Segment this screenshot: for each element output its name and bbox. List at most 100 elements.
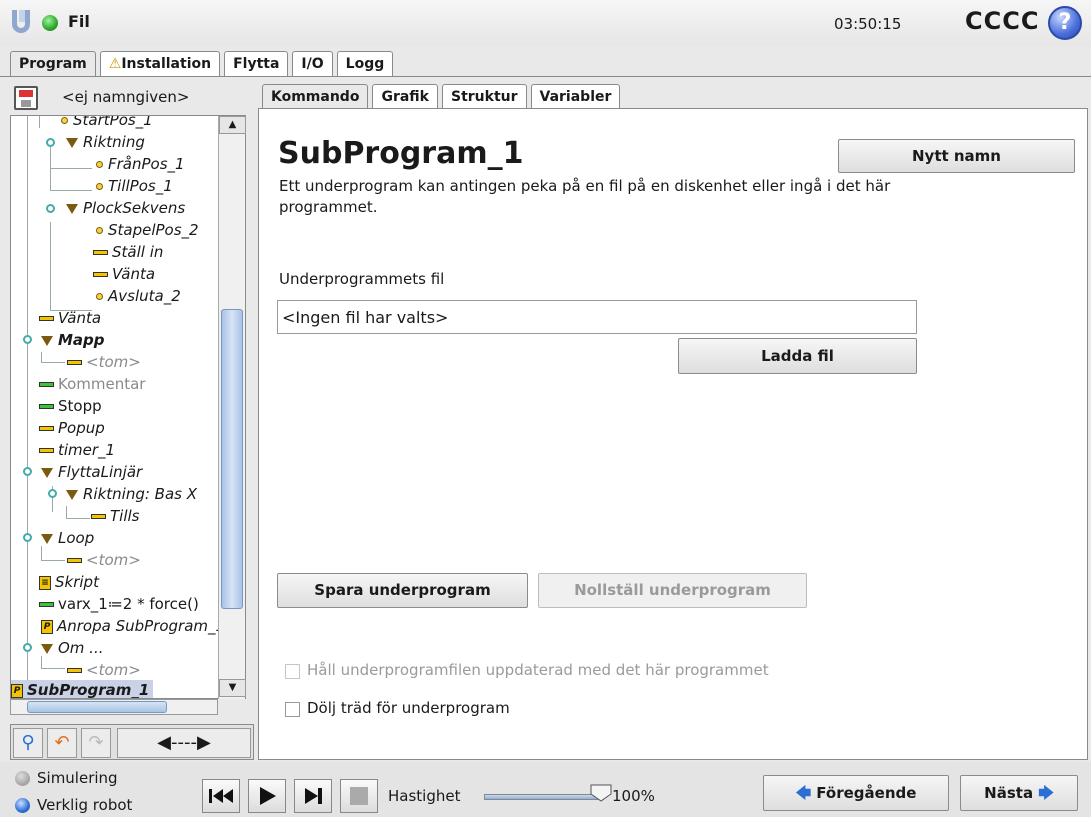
keep-updated-label: Håll underprogramfilen uppdaterad med de… [307, 661, 769, 679]
tree-item[interactable]: FlyttaLinjär [41, 462, 142, 484]
description: Ett underprogram kan antingen peka på en… [279, 177, 891, 216]
tab-flytta[interactable]: Flytta [224, 51, 289, 76]
command-icon [93, 250, 108, 255]
top-bar [0, 0, 1091, 46]
tree-item[interactable]: Stopp [39, 396, 102, 418]
command-icon [91, 514, 106, 519]
keep-updated-checkbox[interactable] [285, 664, 300, 679]
tab-variabler[interactable]: Variabler [530, 84, 621, 109]
tree-item[interactable]: Riktning: Bas X [66, 484, 197, 506]
stop-button[interactable] [340, 779, 378, 813]
simulation-radio[interactable] [15, 771, 30, 786]
command-icon [67, 558, 82, 563]
hide-tree-checkbox[interactable] [285, 702, 300, 717]
load-file-button[interactable]: Ladda fil [678, 338, 917, 374]
script-icon: ≡ [39, 575, 51, 590]
tree-item[interactable]: Tills [91, 506, 139, 528]
tree-item[interactable]: Riktning [66, 132, 145, 154]
help-icon[interactable]: ? [1048, 6, 1082, 40]
redo-icon[interactable]: ↷ [81, 728, 111, 758]
scroll-thumb[interactable] [27, 701, 167, 713]
tree-horizontal-scrollbar[interactable] [10, 699, 218, 715]
command-icon [39, 448, 54, 453]
search-icon[interactable]: ⚲ [13, 728, 43, 758]
file-path-field[interactable] [277, 300, 917, 334]
scroll-up-icon[interactable]: ▲ [219, 116, 246, 134]
next-button[interactable]: Nästa 🡆 [960, 775, 1078, 811]
step-button[interactable] [294, 779, 332, 813]
tree-item[interactable]: TillPos_1 [96, 176, 173, 198]
folder-icon [66, 203, 78, 214]
tree-item-selected[interactable]: P SubProgram_1 [11, 680, 154, 698]
folder-icon [41, 467, 53, 478]
command-icon [93, 272, 108, 277]
tree-item[interactable]: Vänta [39, 308, 101, 330]
command-icon [39, 404, 54, 409]
tree-item[interactable]: ≡ Skript [39, 572, 99, 594]
real-robot-radio[interactable] [15, 798, 30, 813]
tree-item[interactable]: PlockSekvens [66, 198, 185, 220]
arrow-right-icon: 🡆 [1038, 784, 1054, 802]
tree-item[interactable]: StapelPos_2 [96, 220, 199, 242]
tab-kommando[interactable]: Kommando [262, 84, 369, 109]
tab-divider [0, 76, 1091, 77]
tree-item[interactable]: timer_1 [39, 440, 115, 462]
tree-item[interactable]: Popup [39, 418, 105, 440]
scroll-down-icon[interactable]: ▼ [219, 679, 246, 697]
move-node-icon[interactable]: ◀----▶ [117, 728, 251, 758]
tree-item[interactable]: Loop [41, 528, 94, 550]
tree-item[interactable]: P Anropa SubProgram_1 [41, 616, 225, 638]
scroll-thumb[interactable] [221, 309, 243, 609]
tree-item[interactable]: varx_1≔2 * force() [39, 594, 199, 616]
save-subprogram-button[interactable]: Spara underprogram [277, 573, 528, 608]
tab-installation[interactable]: ⚠Installation [99, 51, 221, 76]
tree-vertical-scrollbar[interactable]: ▲ ▼ [218, 116, 246, 699]
rewind-icon [209, 789, 233, 803]
rewind-button[interactable] [202, 779, 240, 813]
folder-icon [41, 335, 53, 346]
command-icon [39, 382, 54, 387]
file-menu[interactable]: Fil [68, 12, 90, 31]
simulation-label: Simulering [37, 769, 118, 787]
status-led-icon [42, 15, 58, 31]
tree-item[interactable]: StartPos_1 [61, 116, 153, 132]
save-program-icon[interactable] [14, 86, 38, 110]
tab-program[interactable]: Program [10, 51, 96, 76]
previous-button[interactable]: 🡄 Föregående [763, 775, 949, 811]
undo-icon[interactable]: ↶ [47, 728, 77, 758]
reset-subprogram-button[interactable]: Nollställ underprogram [538, 573, 807, 608]
waypoint-icon [96, 183, 103, 190]
next-label: Nästa [984, 784, 1034, 802]
command-icon [67, 360, 82, 365]
program-tree[interactable]: StartPos_1 Riktning FrånPos_1 TillPos_1 … [10, 115, 246, 699]
folder-icon [66, 489, 78, 500]
tree-item[interactable]: Mapp [41, 330, 105, 352]
tab-io[interactable]: I/O [292, 51, 333, 76]
speed-slider[interactable] [484, 794, 604, 800]
tree-item[interactable]: Kommentar [39, 374, 145, 396]
subprogram-icon: P [11, 683, 23, 698]
command-icon [39, 426, 54, 431]
tree-item[interactable]: <tom> [67, 550, 141, 572]
folder-icon [41, 533, 53, 544]
robot-name: CCCC [965, 7, 1040, 35]
subprogram-icon: P [41, 619, 53, 634]
tree-item[interactable]: <tom> [67, 352, 141, 374]
tab-grafik[interactable]: Grafik [372, 84, 438, 109]
folder-icon [66, 137, 78, 148]
arrow-left-icon: 🡄 [795, 784, 812, 802]
step-icon [305, 788, 322, 804]
tree-item[interactable]: Om ... [41, 638, 104, 660]
command-icon [39, 316, 54, 321]
tree-item[interactable]: Vänta [93, 264, 155, 286]
tree-item[interactable]: FrånPos_1 [96, 154, 185, 176]
tab-logg[interactable]: Logg [336, 51, 394, 76]
tree-item[interactable]: <tom> [67, 660, 141, 682]
tab-struktur[interactable]: Struktur [441, 84, 527, 109]
tree-item[interactable]: Avsluta_2 [96, 286, 181, 308]
tree-item[interactable]: Ställ in [93, 242, 163, 264]
rename-button[interactable]: Nytt namn [838, 139, 1075, 173]
main-tabs: Program ⚠Installation Flytta I/O Logg [10, 51, 394, 76]
play-button[interactable] [248, 779, 286, 813]
speed-slider-knob-icon[interactable] [590, 784, 612, 802]
